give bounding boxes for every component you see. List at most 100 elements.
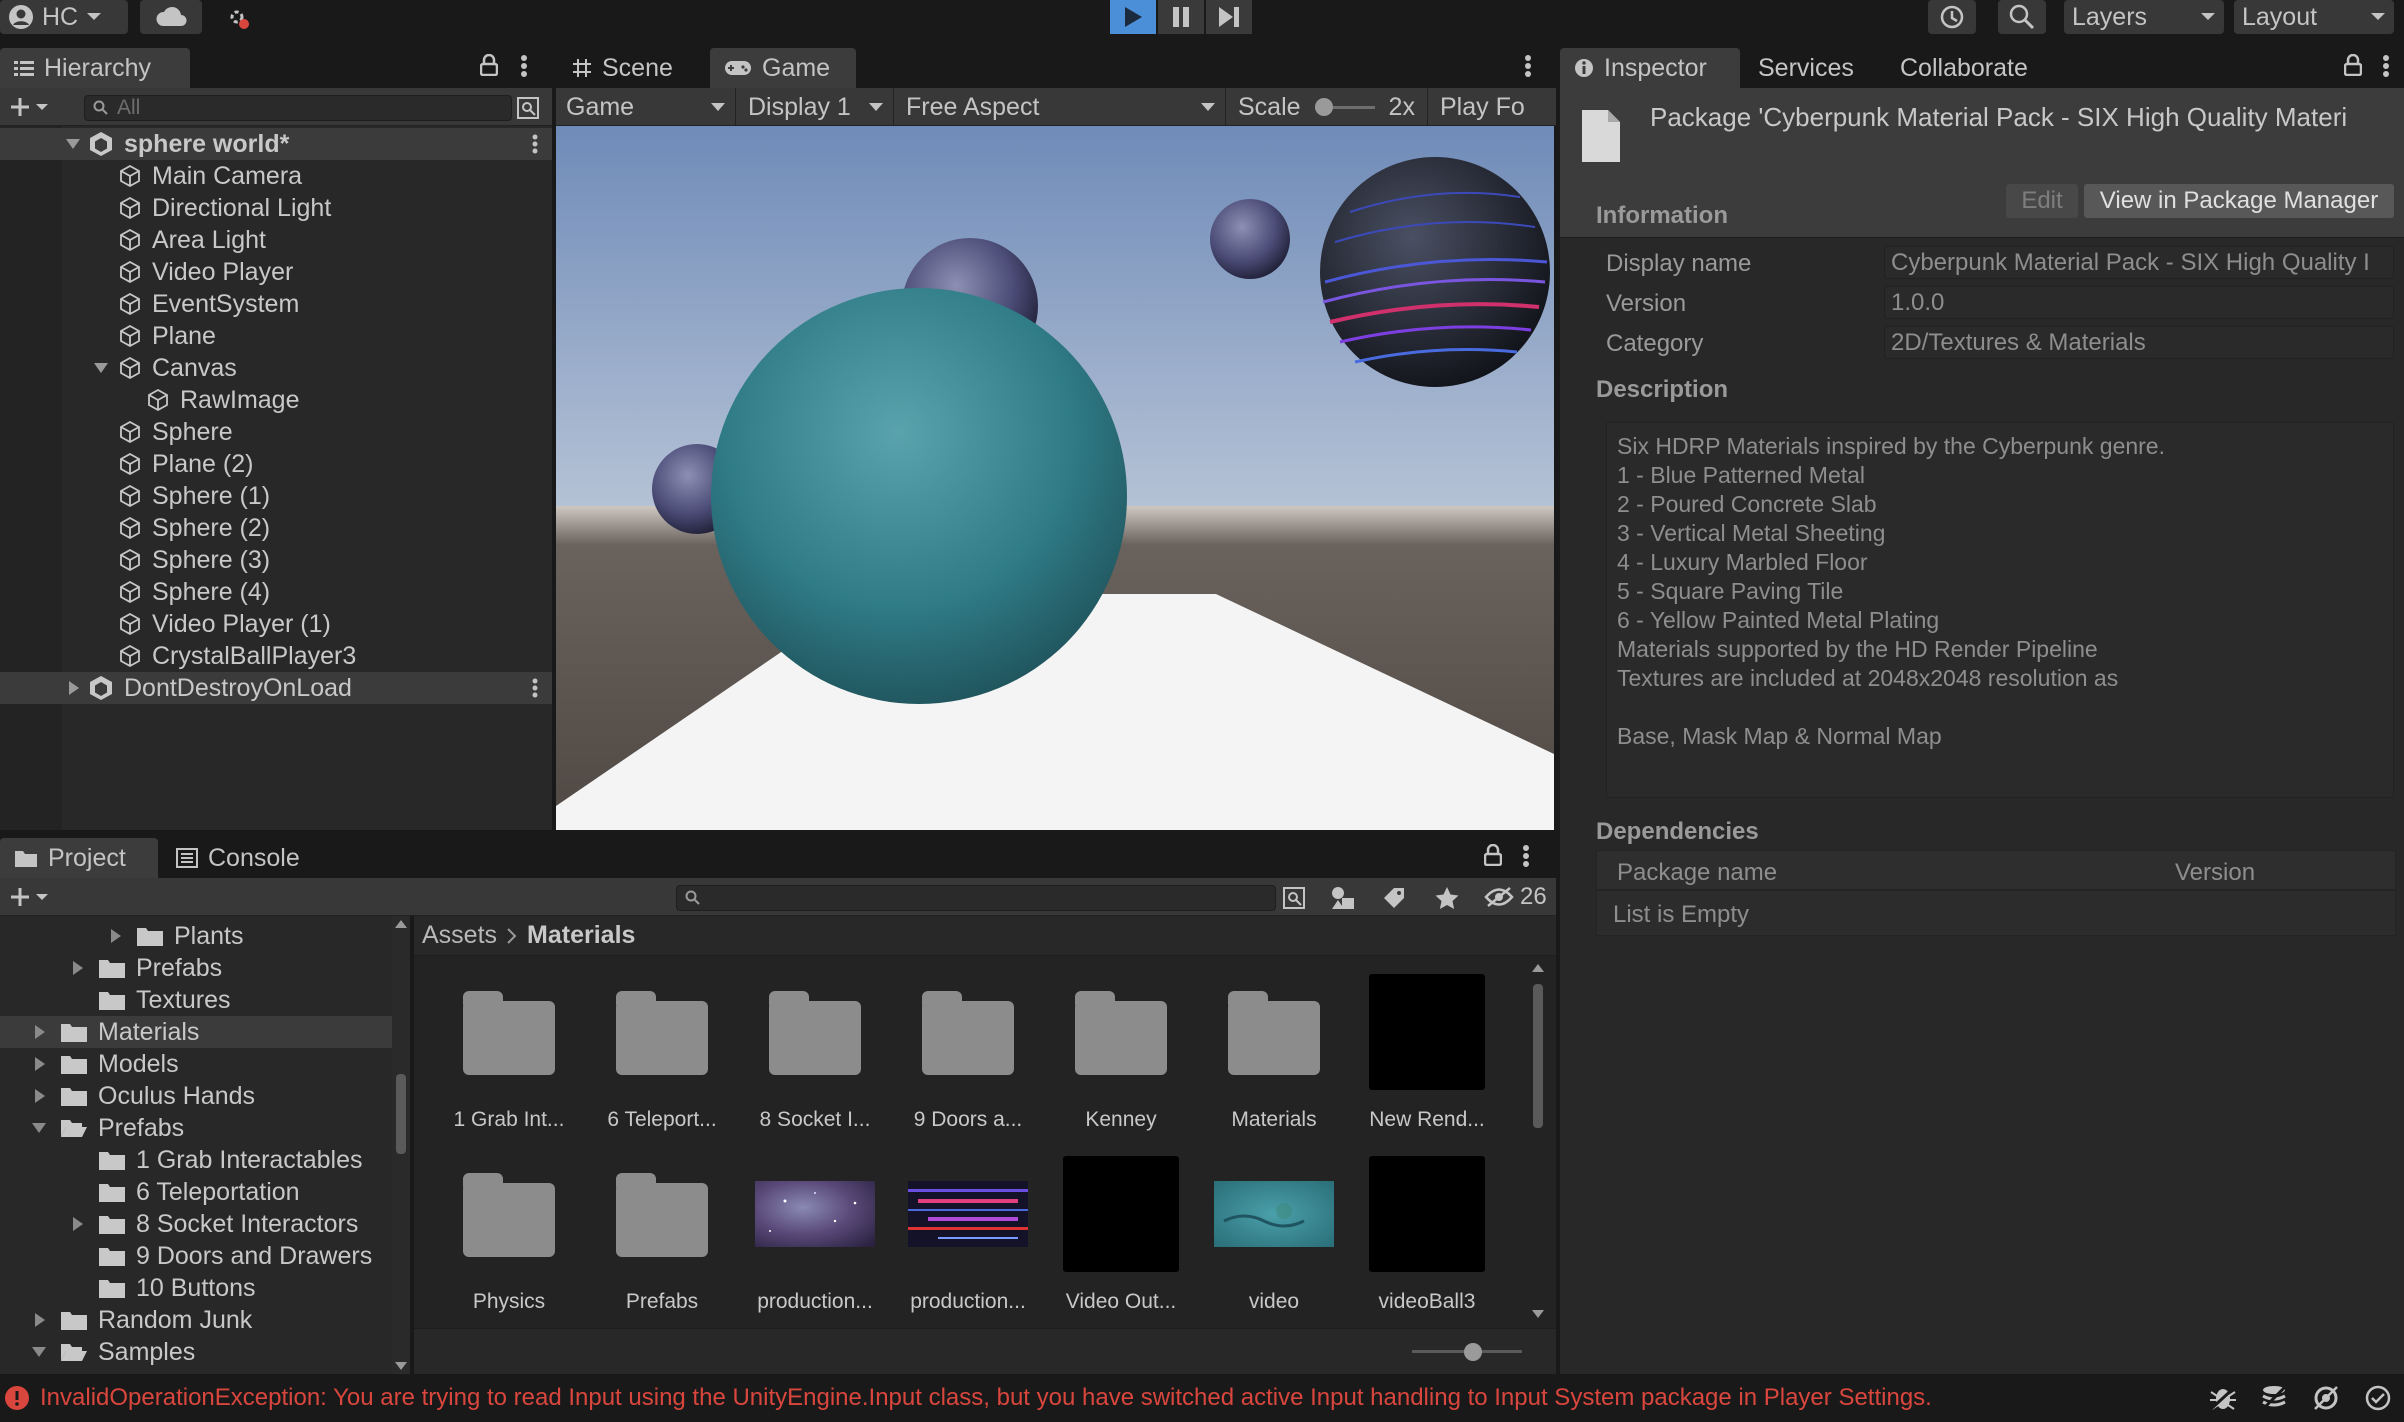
chevron-down-icon[interactable] [66, 138, 80, 150]
hierarchy-item[interactable]: Video Player (1) [0, 608, 552, 640]
breadcrumb-materials[interactable]: Materials [527, 921, 635, 950]
tab-services[interactable]: Services [1744, 48, 1868, 88]
chevron-right-icon[interactable] [34, 1089, 46, 1103]
add-icon[interactable] [10, 97, 50, 117]
display-dropdown[interactable]: Display 1 [738, 88, 894, 126]
tree-item[interactable]: Textures [0, 984, 392, 1016]
hierarchy-item[interactable]: Area Light [0, 224, 552, 256]
chevron-down-icon[interactable] [32, 1122, 46, 1134]
hierarchy-item[interactable]: Sphere (1) [0, 480, 552, 512]
asset-item[interactable]: Kenney [1046, 972, 1196, 1152]
asset-item[interactable]: Video Out... [1046, 1154, 1196, 1334]
asset-item[interactable]: 9 Doors a... [893, 972, 1043, 1152]
chevron-down-icon[interactable] [94, 362, 108, 374]
lock-icon[interactable] [480, 54, 498, 76]
breadcrumb-assets[interactable]: Assets [422, 921, 497, 950]
hierarchy-item[interactable]: Directional Light [0, 192, 552, 224]
tree-scrollbar[interactable] [392, 916, 410, 1374]
hierarchy-item[interactable]: EventSystem [0, 288, 552, 320]
more-icon[interactable] [1522, 844, 1530, 868]
add-icon[interactable] [10, 887, 50, 907]
tree-item[interactable]: Materials [0, 1016, 392, 1048]
layers-dropdown[interactable]: Layers [2064, 0, 2224, 34]
lock-icon[interactable] [2344, 54, 2362, 76]
asset-item[interactable]: production... [740, 1154, 890, 1334]
tree-item[interactable]: Models [0, 1048, 392, 1080]
edit-button[interactable]: Edit [2006, 184, 2078, 218]
tab-hierarchy[interactable]: Hierarchy [0, 48, 190, 88]
scale-slider[interactable] [1314, 97, 1375, 117]
collab-button[interactable] [214, 0, 260, 34]
hierarchy-item[interactable]: Sphere (2) [0, 512, 552, 544]
tab-console[interactable]: Console [162, 838, 314, 878]
hierarchy-item[interactable]: Plane (2) [0, 448, 552, 480]
tree-item[interactable]: Samples [0, 1336, 392, 1368]
aspect-dropdown[interactable]: Free Aspect [896, 88, 1226, 126]
asset-item[interactable]: 8 Socket I... [740, 972, 890, 1152]
asset-item[interactable]: videoBall3 [1352, 1154, 1502, 1334]
game-viewport[interactable] [556, 126, 1554, 830]
tab-game[interactable]: Game [710, 48, 856, 88]
more-icon[interactable] [1524, 54, 1532, 78]
chevron-right-icon[interactable] [110, 929, 122, 943]
cloud-button[interactable] [140, 0, 202, 34]
star-icon[interactable] [1434, 886, 1460, 910]
icon-size-slider[interactable] [1412, 1343, 1522, 1361]
hierarchy-item[interactable]: Plane [0, 320, 552, 352]
asset-item[interactable]: video [1199, 1154, 1349, 1334]
hierarchy-item[interactable]: Video Player [0, 256, 552, 288]
tab-inspector[interactable]: Inspector [1560, 48, 1740, 88]
hierarchy-item[interactable]: Sphere (3) [0, 544, 552, 576]
tab-project[interactable]: Project [0, 838, 158, 878]
hierarchy-item[interactable]: Sphere [0, 416, 552, 448]
field-value[interactable]: 1.0.0 [1884, 286, 2394, 319]
chevron-right-icon[interactable] [34, 1313, 46, 1327]
hierarchy-search-input[interactable]: All [84, 95, 512, 121]
asset-item[interactable]: Materials [1199, 972, 1349, 1152]
more-icon[interactable] [2382, 54, 2390, 78]
hierarchy-item[interactable]: Canvas [0, 352, 552, 384]
play-focused-dropdown[interactable]: Play Fo [1430, 88, 1556, 126]
tree-item[interactable]: 9 Doors and Drawers [0, 1240, 392, 1272]
asset-item[interactable]: Prefabs [587, 1154, 737, 1334]
scene-search-icon[interactable] [516, 96, 540, 120]
filter-by-type-icon[interactable] [1330, 886, 1356, 910]
field-value[interactable]: 2D/Textures & Materials [1884, 326, 2394, 359]
chevron-right-icon[interactable] [72, 961, 84, 975]
lock-icon[interactable] [1484, 844, 1502, 866]
chevron-right-icon[interactable] [34, 1025, 46, 1039]
chevron-right-icon[interactable] [68, 681, 80, 695]
assets-scrollbar[interactable] [1528, 960, 1548, 1324]
asset-item[interactable]: New Rend... [1352, 972, 1502, 1152]
scene-search-icon[interactable] [1282, 886, 1306, 910]
project-search-input[interactable] [676, 885, 1276, 911]
dontdestroy-row[interactable]: DontDestroyOnLoad [0, 672, 552, 704]
tab-collaborate[interactable]: Collaborate [1886, 48, 2042, 88]
play-button[interactable] [1110, 0, 1156, 34]
asset-item[interactable]: 1 Grab Int... [434, 972, 584, 1152]
tree-item[interactable]: Prefabs [0, 952, 392, 984]
chevron-down-icon[interactable] [32, 1346, 46, 1358]
account-dropdown[interactable]: HC [0, 0, 128, 34]
view-in-package-manager-button[interactable]: View in Package Manager [2084, 184, 2394, 218]
more-icon[interactable] [532, 678, 538, 698]
hierarchy-item[interactable]: Sphere (4) [0, 576, 552, 608]
console-error-line[interactable]: InvalidOperationException: You are tryin… [0, 1374, 2160, 1422]
cache-server-icon[interactable] [2260, 1384, 2288, 1412]
history-button[interactable] [1928, 0, 1976, 34]
bug-icon[interactable] [2208, 1384, 2238, 1412]
chevron-right-icon[interactable] [34, 1057, 46, 1071]
more-icon[interactable] [532, 134, 538, 154]
tree-item[interactable]: Plants [0, 920, 392, 952]
tree-item[interactable]: Random Junk [0, 1304, 392, 1336]
tree-item[interactable]: Oculus Hands [0, 1080, 392, 1112]
field-value[interactable]: Cyberpunk Material Pack - SIX High Quali… [1884, 246, 2394, 279]
tree-item[interactable]: 1 Grab Interactables [0, 1144, 392, 1176]
filter-by-label-icon[interactable] [1382, 886, 1406, 910]
hidden-packages-toggle[interactable]: 26 [1484, 878, 1547, 916]
asset-item[interactable]: 6 Teleport... [587, 972, 737, 1152]
tree-item[interactable]: 8 Socket Interactors [0, 1208, 392, 1240]
tab-scene[interactable]: Scene [558, 48, 708, 88]
scene-root-row[interactable]: sphere world* [0, 128, 552, 160]
search-button[interactable] [1998, 0, 2046, 34]
